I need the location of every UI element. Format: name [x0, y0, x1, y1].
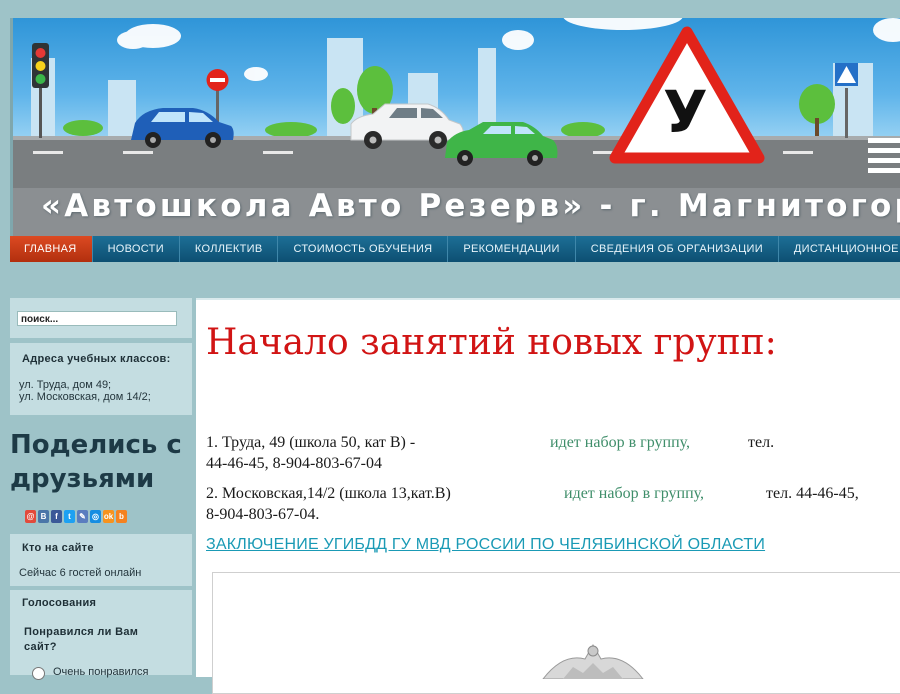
- addresses-heading: Адреса учебных классов:: [22, 353, 171, 365]
- poll-question-line-2: сайт?: [24, 641, 57, 653]
- share-facebook-icon[interactable]: f: [51, 510, 62, 523]
- nav-item-home[interactable]: ГЛАВНАЯ: [10, 236, 93, 262]
- emblem-icon: [542, 643, 644, 679]
- nav-item-news[interactable]: НОВОСТИ: [93, 236, 180, 262]
- group-2-phones: 8-904-803-67-04.: [206, 506, 320, 523]
- sidebar: поиск... Адреса учебных классов: ул. Тру…: [10, 298, 192, 680]
- share-twitter-icon[interactable]: t: [64, 510, 75, 523]
- group-2-address: 2. Московская,14/2 (школа 13,кат.В): [206, 485, 451, 502]
- who-online-heading: Кто на сайте: [22, 542, 94, 554]
- nav-item-team[interactable]: КОЛЛЕКТИВ: [180, 236, 279, 262]
- share-blogger-icon[interactable]: b: [116, 510, 127, 523]
- main-nav: ГЛАВНАЯ НОВОСТИ КОЛЛЕКТИВ СТОИМОСТЬ ОБУЧ…: [10, 236, 900, 262]
- ugibdd-conclusion-link[interactable]: ЗАКЛЮЧЕНИЕ УГИБДД ГУ МВД РОССИИ ПО ЧЕЛЯБ…: [206, 536, 765, 554]
- who-online-text: Сейчас 6 гостей онлайн: [19, 567, 142, 579]
- group-1-status: идет набор в группу,: [550, 434, 691, 451]
- main-content: Начало занятий новых групп: 1. Труда, 49…: [196, 298, 900, 694]
- search-input[interactable]: поиск...: [17, 311, 177, 326]
- header-banner: У «Автошкола Авто Резерв» - г. Магнитого…: [10, 18, 900, 236]
- share-mail-icon[interactable]: @: [25, 510, 36, 523]
- share-odnoklassniki-icon[interactable]: ok: [103, 510, 114, 523]
- share-mailru-icon[interactable]: ◎: [90, 510, 101, 523]
- share-heading-line-2: друзьями: [10, 464, 155, 494]
- group-2-status: идет набор в группу,: [564, 485, 705, 502]
- group-1-phones: 44-46-45, 8-904-803-67-04: [206, 455, 382, 472]
- learner-sign-letter: У: [663, 78, 708, 146]
- nav-item-organization[interactable]: СВЕДЕНИЯ ОБ ОРГАНИЗАЦИИ: [576, 236, 779, 262]
- share-buttons: @ B f t ✎ ◎ ok b: [25, 510, 127, 523]
- group-2-phone-label: тел. 44-46-45,: [766, 485, 859, 502]
- page-title: Начало занятий новых групп:: [206, 322, 777, 363]
- nav-item-recommendations[interactable]: РЕКОМЕНДАЦИИ: [448, 236, 576, 262]
- group-1-address: 1. Труда, 49 (школа 50, кат В) -: [206, 434, 416, 451]
- poll-question: Понравился ли Вам сайт?: [24, 625, 138, 655]
- share-heading-line-1: Поделись с: [10, 430, 182, 460]
- site-title: «Автошкола Авто Резерв» - г. Магнитогорс…: [41, 188, 900, 224]
- nav-item-distance-learning[interactable]: ДИСТАНЦИОННОЕ ОБУЧЕНИЕ: [779, 236, 900, 262]
- poll-option-radio[interactable]: [32, 667, 45, 680]
- share-heading: Поделись с друзьями: [10, 428, 182, 496]
- poll-question-line-1: Понравился ли Вам: [24, 626, 139, 638]
- document-preview: [212, 572, 900, 694]
- poll-heading: Голосования: [22, 597, 97, 609]
- address-line-2: ул. Московская, дом 14/2;: [19, 391, 151, 403]
- group-1-phone-label: тел.: [748, 434, 775, 451]
- share-livejournal-icon[interactable]: ✎: [77, 510, 88, 523]
- nav-item-pricing[interactable]: СТОИМОСТЬ ОБУЧЕНИЯ: [278, 236, 449, 262]
- poll-option-label: Очень понравился: [53, 666, 149, 678]
- share-vk-icon[interactable]: B: [38, 510, 49, 523]
